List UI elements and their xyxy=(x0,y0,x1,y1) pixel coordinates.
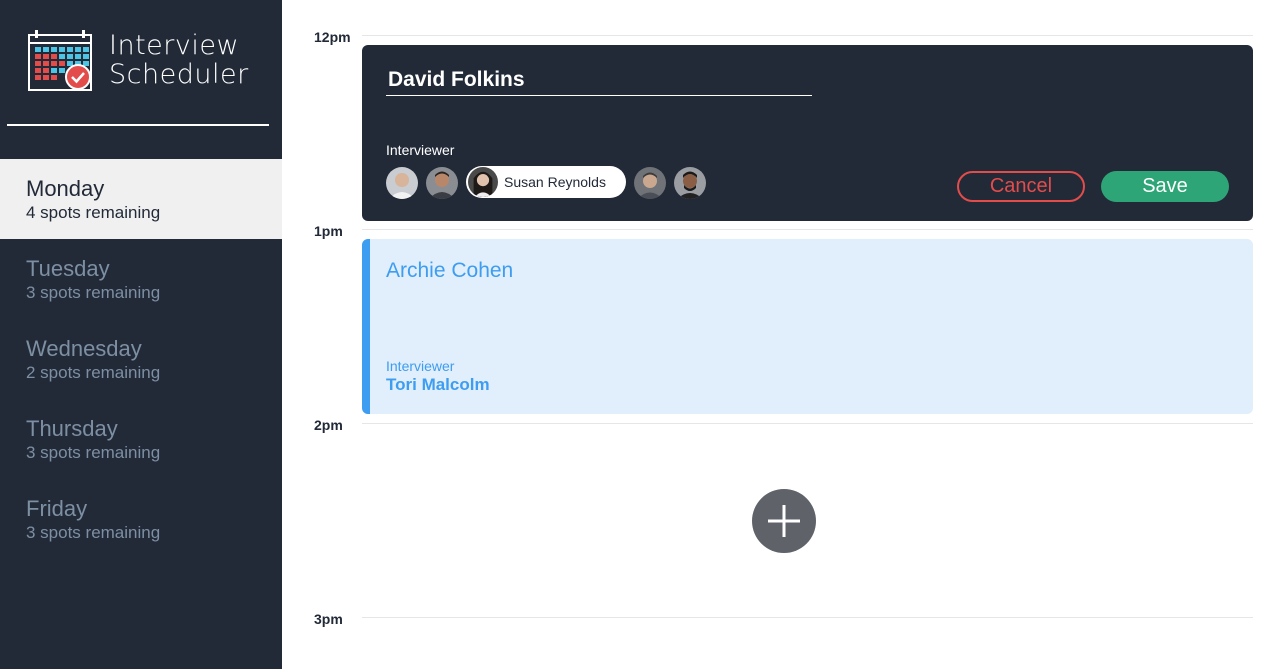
day-name: Monday xyxy=(26,176,105,201)
appointment-accent-bar xyxy=(362,239,370,414)
calendar-check-icon xyxy=(28,30,92,91)
day-name: Tuesday xyxy=(26,256,110,281)
day-item-monday[interactable]: Monday 4 spots remaining xyxy=(0,159,282,239)
brand: Interview Scheduler xyxy=(27,30,277,94)
plus-icon xyxy=(768,505,800,537)
day-item-friday[interactable]: Friday 3 spots remaining xyxy=(0,479,282,559)
day-item-tuesday[interactable]: Tuesday 3 spots remaining xyxy=(0,239,282,319)
selected-interviewer-chip[interactable]: Susan Reynolds xyxy=(466,166,626,198)
interviewer-avatar[interactable] xyxy=(674,167,706,199)
appointment-interviewer-name: Tori Malcolm xyxy=(386,375,490,394)
day-item-wednesday[interactable]: Wednesday 2 spots remaining xyxy=(0,319,282,399)
appointment-interviewer-label: Interviewer xyxy=(386,358,455,374)
day-list: Monday 4 spots remaining Tuesday 3 spots… xyxy=(0,159,282,559)
interviewer-label: Interviewer xyxy=(386,142,455,158)
selected-interviewer-name: Susan Reynolds xyxy=(504,174,606,190)
time-divider xyxy=(362,617,1253,618)
appointment-card[interactable]: Archie Cohen Interviewer Tori Malcolm xyxy=(362,239,1253,414)
day-spots: 3 spots remaining xyxy=(26,443,161,462)
interviewer-avatar xyxy=(468,167,498,197)
avatar-icon xyxy=(386,167,418,199)
avatar-icon xyxy=(426,167,458,199)
app-title-line2: Scheduler xyxy=(109,59,249,90)
day-item-thursday[interactable]: Thursday 3 spots remaining xyxy=(0,399,282,479)
add-appointment-button[interactable] xyxy=(752,489,816,553)
interviewer-avatar[interactable] xyxy=(386,167,418,199)
day-name: Friday xyxy=(26,496,88,521)
app-title-line1: Interview xyxy=(109,30,240,61)
cancel-button[interactable]: Cancel xyxy=(957,171,1085,202)
interviewer-avatar[interactable] xyxy=(634,167,666,199)
avatar-icon xyxy=(634,167,666,199)
sidebar: Interview Scheduler Monday 4 spots remai… xyxy=(0,0,282,669)
time-label-2pm: 2pm xyxy=(314,417,343,433)
appointment-student: Archie Cohen xyxy=(386,259,514,282)
day-spots: 2 spots remaining xyxy=(26,363,161,382)
day-spots: 3 spots remaining xyxy=(26,283,161,302)
time-divider xyxy=(362,423,1253,424)
day-name: Thursday xyxy=(26,416,118,441)
save-button[interactable]: Save xyxy=(1101,171,1229,202)
avatar-icon xyxy=(674,167,706,199)
time-divider xyxy=(362,35,1253,36)
time-label-1pm: 1pm xyxy=(314,223,343,239)
time-divider xyxy=(362,229,1253,230)
student-name-input[interactable] xyxy=(386,65,812,96)
day-spots: 4 spots remaining xyxy=(26,203,161,222)
app-title: Interview Scheduler xyxy=(109,31,249,89)
day-name: Wednesday xyxy=(26,336,142,361)
sidebar-divider xyxy=(7,124,269,126)
time-label-12pm: 12pm xyxy=(314,29,351,45)
interviewer-avatar[interactable] xyxy=(426,167,458,199)
time-label-3pm: 3pm xyxy=(314,611,343,627)
avatar-icon xyxy=(468,167,498,197)
appointment-form: Interviewer xyxy=(362,45,1253,221)
day-spots: 3 spots remaining xyxy=(26,523,161,542)
